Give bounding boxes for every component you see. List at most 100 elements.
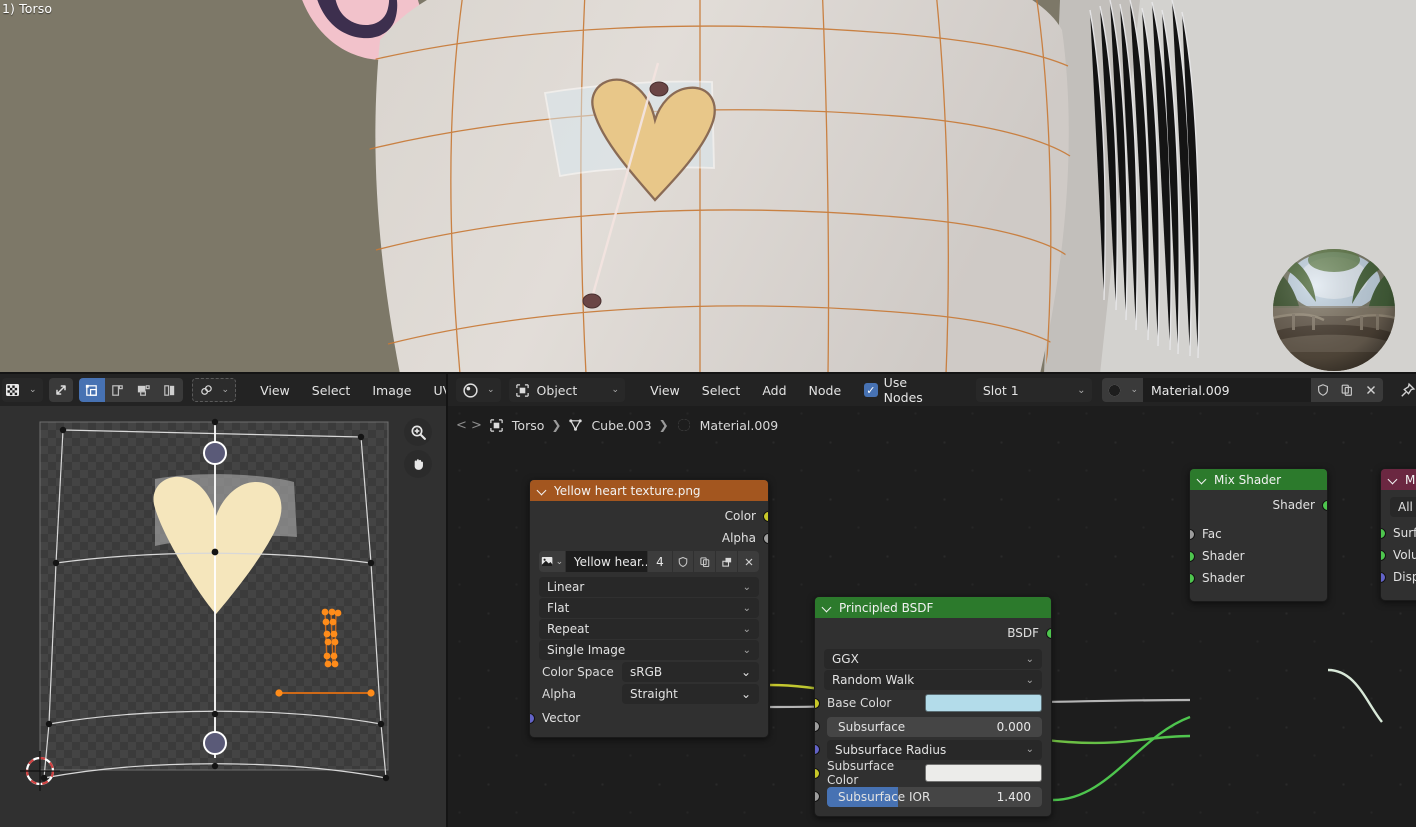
use-nodes-toggle[interactable]: ✓ Use Nodes: [864, 375, 948, 405]
uv-sync-selection-toggle[interactable]: [48, 378, 73, 402]
shader-menu-node[interactable]: Node: [798, 379, 853, 402]
material-datablock[interactable]: ⌄ Material.009: [1102, 378, 1384, 402]
chevron-down-icon[interactable]: [823, 603, 832, 612]
shader-menu-view[interactable]: View: [639, 379, 691, 402]
principled-bsdf-node[interactable]: Principled BSDF BSDF GGX ⌄ Random Walk ⌄: [814, 596, 1052, 817]
socket-alpha[interactable]: [763, 532, 768, 544]
shader-context-selector[interactable]: Object ⌄: [508, 378, 626, 402]
uv-select-vertex[interactable]: [78, 378, 105, 402]
subsurface-color-swatch[interactable]: [925, 764, 1042, 782]
chevron-down-icon[interactable]: [538, 486, 547, 495]
zoom-gizmo[interactable]: [404, 418, 432, 446]
uv-editor-header[interactable]: ⌄ ⌄ View Select Image UV: [0, 374, 451, 406]
fake-user-button[interactable]: [1311, 378, 1336, 402]
breadcrumb-item-object[interactable]: Torso: [489, 418, 544, 433]
uv-menu-select[interactable]: Select: [301, 379, 362, 402]
horizontal-area-splitter[interactable]: [0, 372, 1416, 374]
node-input-displacement[interactable]: Displa: [1381, 566, 1416, 588]
mix-shader-node[interactable]: Mix Shader Shader Fac Shader Shader: [1189, 468, 1328, 602]
color-space-property[interactable]: Color Space sRGB ⌄: [530, 661, 768, 683]
base-color-property[interactable]: Base Color: [815, 691, 1051, 715]
uv-select-island[interactable]: [156, 378, 183, 402]
node-output-alpha[interactable]: Alpha: [530, 527, 768, 549]
node-header[interactable]: Mix Shader: [1190, 469, 1327, 490]
node-input-fac[interactable]: Fac: [1190, 523, 1327, 545]
breadcrumb-item-mesh[interactable]: Cube.003: [568, 418, 652, 433]
socket-subsurface[interactable]: [815, 721, 820, 732]
socket-shader-2[interactable]: [1190, 572, 1195, 584]
node-input-shader-2[interactable]: Shader: [1190, 567, 1327, 589]
image-user-count[interactable]: 4: [648, 551, 672, 572]
material-output-node[interactable]: Mat All Surfac Volum: [1380, 468, 1416, 601]
subsurface-ior-slider[interactable]: Subsurface IOR 1.400: [827, 786, 1042, 807]
socket-vector[interactable]: [530, 712, 535, 724]
node-header[interactable]: Yellow heart texture.png: [530, 480, 768, 501]
material-slot-selector[interactable]: Slot 1 ⌄: [975, 378, 1093, 402]
material-browse-button[interactable]: ⌄: [1102, 378, 1144, 402]
editor-type-selector[interactable]: ⌄: [2, 378, 43, 402]
shader-node-editor[interactable]: ⌄ Object ⌄ View Select Add Node ✓ Use No…: [448, 374, 1416, 827]
pin-button[interactable]: [1399, 382, 1416, 399]
source-dropdown[interactable]: Single Image ⌄: [539, 640, 759, 660]
node-input-surface[interactable]: Surfac: [1381, 522, 1416, 544]
breadcrumb-item-material[interactable]: Material.009: [676, 417, 778, 433]
unlink-material-button[interactable]: [1359, 378, 1384, 402]
node-header[interactable]: Mat: [1381, 469, 1416, 490]
subsurface-property[interactable]: Subsurface 0.000: [815, 715, 1051, 738]
extension-dropdown[interactable]: Repeat ⌄: [539, 619, 759, 639]
image-datablock-strip[interactable]: ⌄ Yellow hear... 4: [539, 551, 760, 572]
interpolation-dropdown[interactable]: Linear ⌄: [539, 577, 759, 597]
image-unlink-button[interactable]: [738, 551, 760, 572]
uv-image-editor[interactable]: ⌄ ⌄ View Select Image UV: [0, 374, 451, 827]
socket-fac[interactable]: [1190, 528, 1195, 540]
socket-displacement[interactable]: [1381, 571, 1386, 583]
node-header[interactable]: Principled BSDF: [815, 597, 1051, 618]
uv-select-mode-group[interactable]: [78, 378, 183, 402]
socket-bsdf[interactable]: [1046, 627, 1051, 639]
uv-select-edge[interactable]: [104, 378, 131, 402]
socket-subsurface-radius[interactable]: [815, 744, 820, 755]
subsurface-radius-property[interactable]: Subsurface Radius ⌄: [815, 738, 1051, 761]
socket-color[interactable]: [763, 510, 768, 522]
node-output-color[interactable]: Color: [530, 505, 768, 527]
shader-menu-select[interactable]: Select: [691, 379, 752, 402]
socket-subsurface-color[interactable]: [815, 767, 820, 779]
distribution-dropdown[interactable]: GGX ⌄: [824, 649, 1042, 669]
socket-shader-1[interactable]: [1190, 550, 1195, 562]
image-browse-button[interactable]: ⌄: [539, 551, 565, 572]
node-canvas[interactable]: Yellow heart texture.png Color Alpha ⌄ Y…: [448, 406, 1416, 827]
pan-gizmo[interactable]: [404, 450, 432, 478]
uv-canvas[interactable]: [0, 406, 446, 827]
projection-dropdown[interactable]: Flat ⌄: [539, 598, 759, 618]
node-input-volume[interactable]: Volum: [1381, 544, 1416, 566]
image-fake-user-button[interactable]: [672, 551, 694, 572]
node-output-shader[interactable]: Shader: [1190, 494, 1327, 516]
subsurface-ior-property[interactable]: Subsurface IOR 1.400: [815, 785, 1051, 808]
shader-editor-header[interactable]: ⌄ Object ⌄ View Select Add Node ✓ Use No…: [448, 374, 1416, 406]
chevron-down-icon[interactable]: [1389, 475, 1398, 484]
image-pack-button[interactable]: [716, 551, 738, 572]
socket-surface[interactable]: [1381, 527, 1386, 539]
shader-menu-add[interactable]: Add: [751, 379, 797, 402]
image-new-button[interactable]: [694, 551, 716, 572]
node-input-vector[interactable]: Vector: [530, 707, 768, 729]
3d-viewport[interactable]: 1) Torso: [0, 0, 1416, 374]
subsurface-radius-dropdown[interactable]: Subsurface Radius ⌄: [827, 739, 1042, 760]
image-texture-node[interactable]: Yellow heart texture.png Color Alpha ⌄ Y…: [529, 479, 769, 738]
base-color-swatch[interactable]: [925, 694, 1042, 712]
uv-menu-view[interactable]: View: [249, 379, 301, 402]
new-material-button[interactable]: [1335, 378, 1360, 402]
uv-sticky-selection-selector[interactable]: ⌄: [191, 378, 237, 402]
shader-editor-type-selector[interactable]: ⌄: [456, 378, 501, 402]
output-target-dropdown[interactable]: All: [1390, 497, 1416, 517]
socket-base-color[interactable]: [815, 697, 820, 709]
subsurface-color-property[interactable]: Subsurface Color: [815, 759, 1051, 787]
node-output-bsdf[interactable]: BSDF: [815, 622, 1051, 644]
subsurface-method-dropdown[interactable]: Random Walk ⌄: [824, 670, 1042, 690]
alpha-mode-dropdown[interactable]: Straight ⌄: [622, 684, 759, 704]
chevron-down-icon[interactable]: [1198, 475, 1207, 484]
color-space-dropdown[interactable]: sRGB ⌄: [622, 662, 759, 682]
material-name-field[interactable]: Material.009: [1143, 378, 1312, 402]
uv-menu-image[interactable]: Image: [361, 379, 422, 402]
alpha-mode-property[interactable]: Alpha Straight ⌄: [530, 683, 768, 705]
